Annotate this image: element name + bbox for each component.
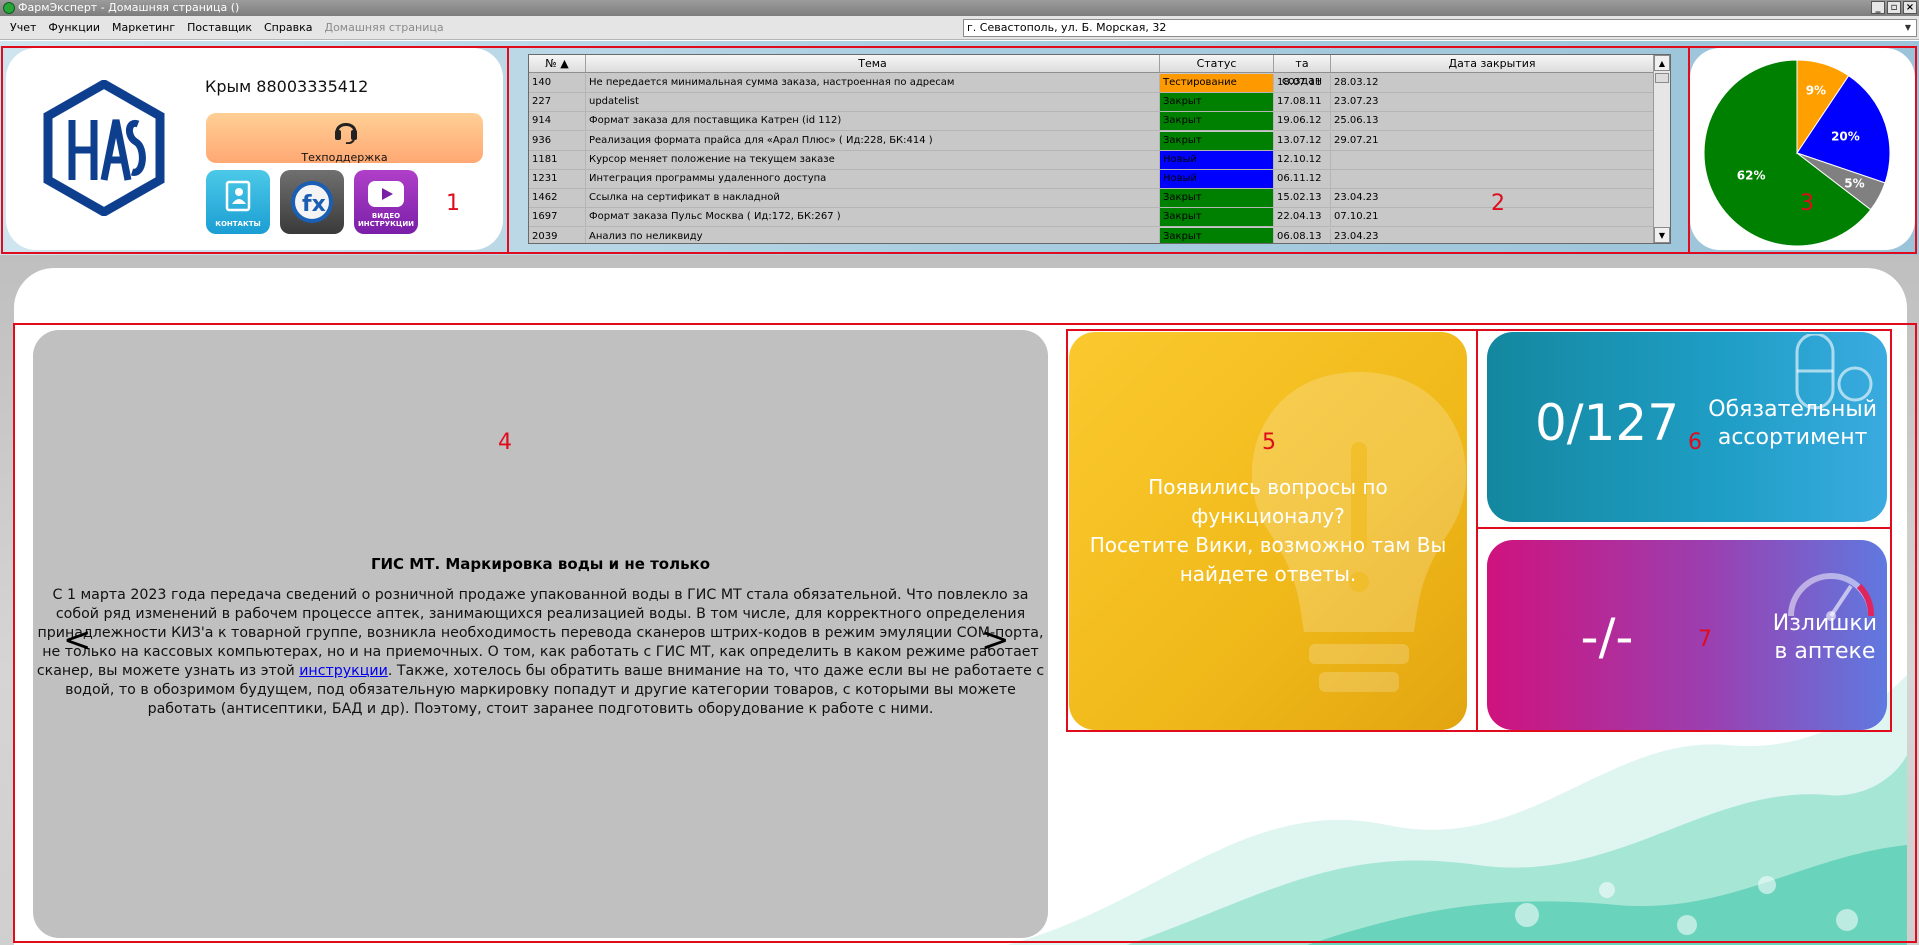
pharmacy-address-select[interactable]: г. Севастополь, ул. Б. Морская, 32 ▼ [963,19,1917,37]
app-icon [3,2,15,14]
region-number-7: 7 [1698,627,1712,652]
menu-help[interactable]: Справка [258,21,318,34]
restore-button[interactable]: ▫ [1887,1,1901,14]
menu-functions[interactable]: Функции [42,21,106,34]
region-number-4: 4 [498,430,512,455]
pharmacy-address: г. Севастополь, ул. Б. Морская, 32 [967,21,1167,34]
region-number-1: 1 [446,191,460,216]
region-3-frame [1688,46,1917,254]
window-title: ФармЭксперт - Домашняя страница () [18,1,240,14]
region-5-frame [1066,329,1478,732]
region-number-5: 5 [1262,430,1276,455]
window-controls: _ ▫ × [1871,1,1917,14]
region-1-frame [1,46,509,254]
region-6-frame [1476,329,1892,529]
chevron-down-icon[interactable]: ▼ [1901,21,1915,35]
region-7-frame [1476,527,1892,732]
menu-supplier[interactable]: Поставщик [181,21,258,34]
region-number-3: 3 [1800,191,1814,216]
region-2-frame [507,46,1690,254]
menu-home-page: Домашняя страница [324,21,444,34]
menu-bar: Учет Функции Маркетинг Поставщик Справка… [0,16,1919,40]
menu-uchet[interactable]: Учет [4,21,42,34]
region-number-6: 6 [1688,430,1702,455]
region-number-2: 2 [1491,191,1505,216]
close-button[interactable]: × [1903,1,1917,14]
title-bar: ФармЭксперт - Домашняя страница () _ ▫ × [0,0,1919,16]
menu-marketing[interactable]: Маркетинг [106,21,181,34]
minimize-button[interactable]: _ [1871,1,1885,14]
